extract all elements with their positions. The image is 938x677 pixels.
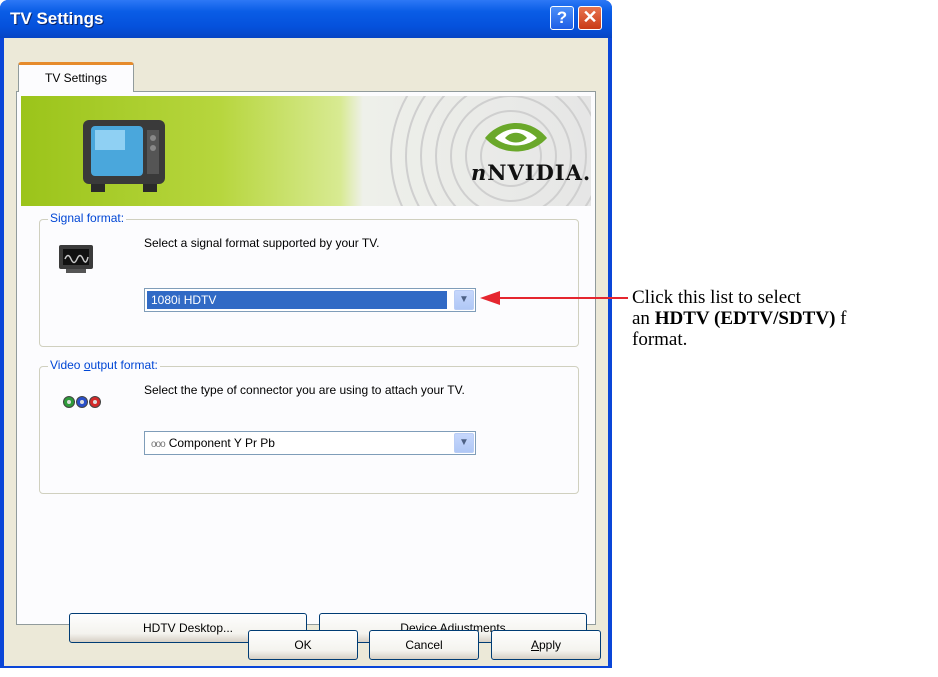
nvidia-banner: nNVIDIA.: [21, 96, 591, 206]
video-output-dropdown[interactable]: ooo Component Y Pr Pb ▼: [144, 431, 476, 455]
help-button[interactable]: ?: [550, 6, 574, 30]
signal-format-selected-value: 1080i HDTV: [147, 291, 447, 309]
video-output-selected-value: Component Y Pr Pb: [168, 436, 275, 450]
title-bar[interactable]: TV Settings ? ✕: [0, 0, 612, 38]
annotation-arrowhead: [480, 291, 500, 305]
annotation-line-3: format.: [632, 329, 688, 350]
nvidia-eye-icon: [485, 123, 547, 152]
apply-button[interactable]: Apply: [491, 630, 601, 660]
nvidia-wordmark: nNVIDIA.: [471, 160, 591, 185]
dialog-client-area: TV Settings nNVIDIA. Signal format: Sele…: [4, 38, 608, 666]
signal-format-description: Select a signal format supported by your…: [144, 236, 380, 250]
rca-connector-icon: [63, 396, 101, 408]
video-output-group: Video output format: Select the type of …: [39, 358, 579, 494]
annotation-line-1: Click this list to select: [632, 287, 801, 308]
video-output-legend: Video output format:: [48, 358, 160, 372]
signal-format-legend: Signal format:: [48, 211, 127, 225]
window-title: TV Settings: [10, 9, 104, 28]
component-connector-icon: ooo: [151, 439, 166, 450]
chevron-down-icon[interactable]: ▼: [454, 290, 474, 310]
signal-format-group: Signal format: Select a signal format su…: [39, 211, 579, 347]
tv-icon: [83, 120, 165, 192]
cancel-button[interactable]: Cancel: [369, 630, 479, 660]
signal-format-dropdown[interactable]: 1080i HDTV ▼: [144, 288, 476, 312]
signal-monitor-icon: [59, 245, 93, 273]
close-button[interactable]: ✕: [578, 6, 602, 30]
tv-settings-window: TV Settings ? ✕ TV Settings nNVIDIA. Sig…: [0, 0, 612, 668]
annotation-line-2: an HDTV (EDTV/SDTV) f: [632, 308, 847, 329]
annotation-arrow-line: [498, 297, 628, 299]
video-output-description: Select the type of connector you are usi…: [144, 383, 465, 397]
ok-button[interactable]: OK: [248, 630, 358, 660]
tab-tv-settings[interactable]: TV Settings: [18, 62, 134, 92]
chevron-down-icon[interactable]: ▼: [454, 433, 474, 453]
tab-panel: nNVIDIA. Signal format: Select a signal …: [16, 91, 596, 643]
annotation-text: Click this list to select an HDTV (EDTV/…: [632, 287, 846, 350]
